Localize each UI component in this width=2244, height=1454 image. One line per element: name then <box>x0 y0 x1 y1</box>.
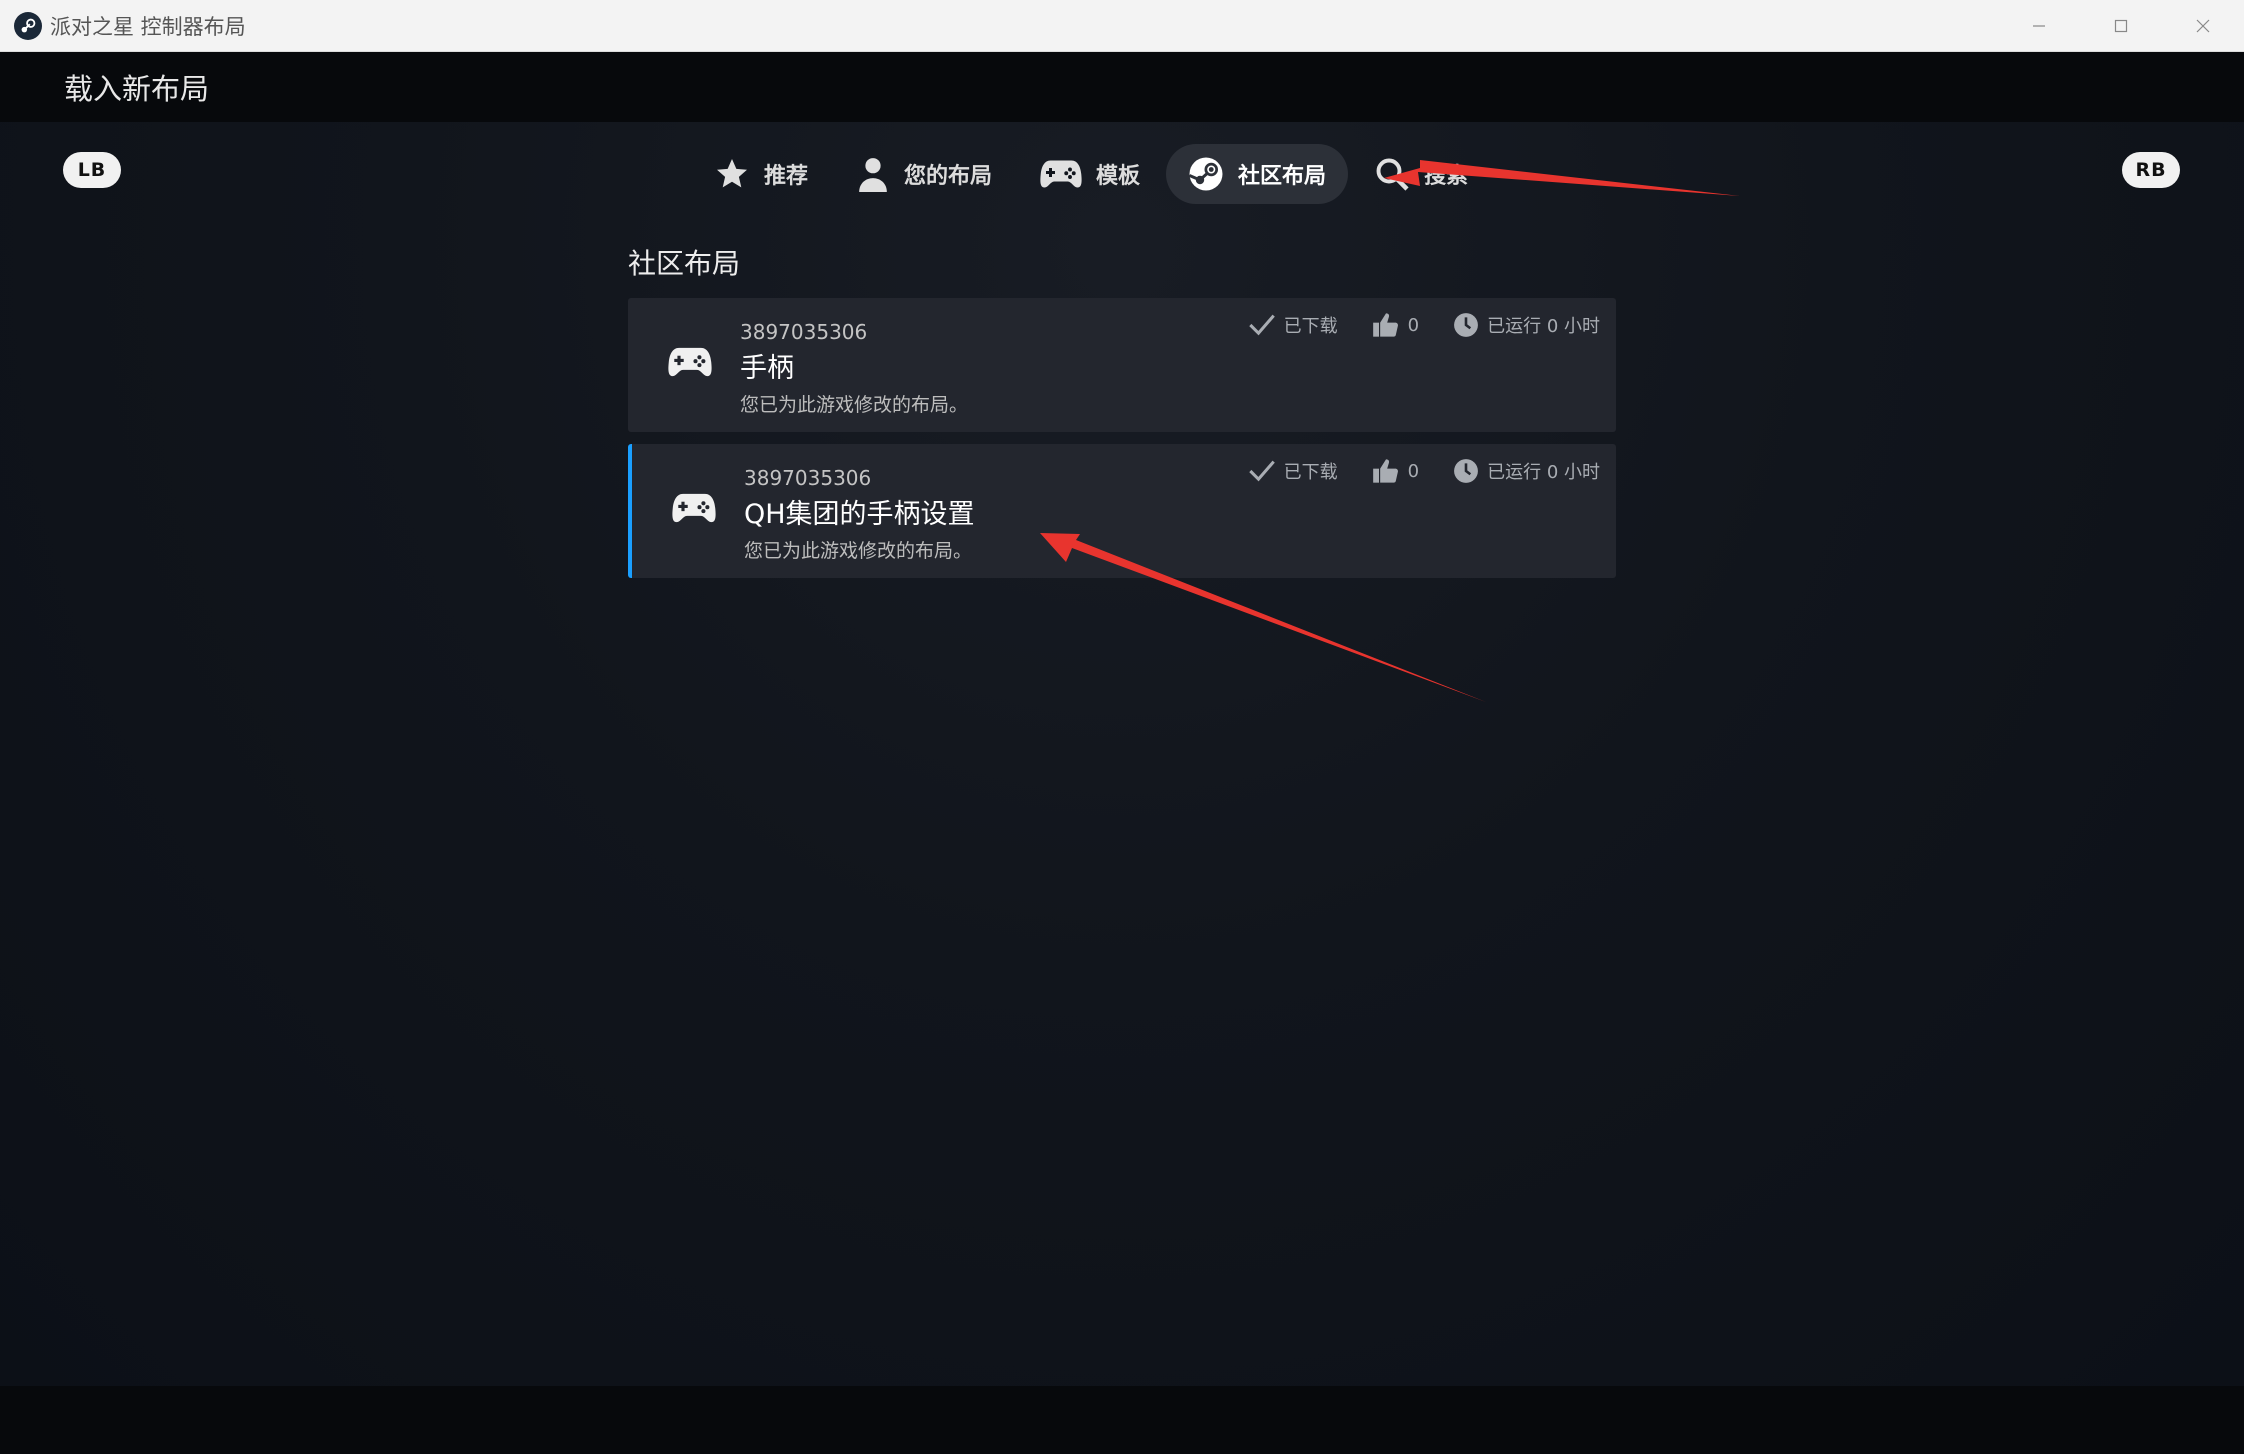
playtime: 已运行 0 小时 <box>1453 458 1600 484</box>
tab-recommended[interactable]: 推荐 <box>692 144 830 204</box>
likes-value: 0 <box>1407 314 1420 336</box>
clock-icon <box>1454 459 1479 483</box>
tab-label: 模板 <box>1096 164 1141 189</box>
minimize-icon <box>2033 25 2045 27</box>
layout-name: QH集团的手柄设置 <box>744 499 975 530</box>
rb-bumper-hint[interactable]: RB <box>2122 152 2180 188</box>
layout-card-selected[interactable]: 3897035306 QH集团的手柄设置 您已为此游戏修改的布局。 已下载 0 <box>628 444 1616 578</box>
layout-card[interactable]: 3897035306 手柄 您已为此游戏修改的布局。 已下载 0 已运行 0 小… <box>628 298 1616 432</box>
close-button[interactable] <box>2162 0 2244 52</box>
tab-label: 社区布局 <box>1238 164 1327 189</box>
playtime-value: 已运行 0 小时 <box>1487 462 1600 483</box>
playtime-value: 已运行 0 小时 <box>1487 316 1600 337</box>
lb-bumper-hint[interactable]: LB <box>63 152 121 188</box>
playtime: 已运行 0 小时 <box>1453 312 1600 338</box>
star-icon <box>717 159 747 188</box>
layout-meta: 已下载 0 已运行 0 小时 <box>1214 458 1600 484</box>
tab-community-layouts[interactable]: 社区布局 <box>1166 144 1349 204</box>
thumbs-up-icon <box>1372 459 1398 483</box>
layout-name: 手柄 <box>740 353 794 384</box>
search-icon <box>1376 158 1409 191</box>
tab-your-layouts[interactable]: 您的布局 <box>834 144 1014 204</box>
title-bar: 派对之星 控制器布局 <box>0 0 2244 52</box>
downloaded-status: 已下载 <box>1248 458 1338 484</box>
minimize-button[interactable] <box>1998 0 2080 52</box>
likes-count: 0 <box>1372 312 1419 338</box>
downloaded-status: 已下载 <box>1248 312 1338 338</box>
thumbs-up-icon <box>1372 313 1398 337</box>
user-icon <box>859 158 887 192</box>
tab-templates[interactable]: 模板 <box>1018 144 1162 204</box>
app-header: 载入新布局 <box>0 52 2244 122</box>
window-title: 派对之星 控制器布局 <box>50 14 246 39</box>
page-title: 载入新布局 <box>64 72 210 106</box>
gamepad-icon <box>668 347 712 377</box>
tab-label: 搜索 <box>1424 164 1469 189</box>
close-icon <box>2196 19 2210 33</box>
main-content: LB RB 推荐 您的布局 模板 社区布局 搜索 社区布局 3897035306… <box>0 122 2244 1386</box>
tab-label: 您的布局 <box>904 164 993 189</box>
steam-icon <box>1188 157 1223 191</box>
checkmark-icon <box>1248 314 1275 336</box>
window-controls <box>1998 0 2244 52</box>
layout-meta: 已下载 0 已运行 0 小时 <box>1214 312 1600 338</box>
layout-id: 3897035306 <box>744 466 872 490</box>
section-title: 社区布局 <box>628 247 741 280</box>
app-window: 派对之星 控制器布局 载入新布局 LB RB 推荐 您的布局 模板 社区布局 搜… <box>0 0 2244 1454</box>
likes-count: 0 <box>1372 458 1419 484</box>
steam-app-icon <box>14 11 42 40</box>
maximize-button[interactable] <box>2080 0 2162 52</box>
layout-tabs: 推荐 您的布局 模板 社区布局 搜索 <box>692 144 1494 204</box>
gamepad-icon <box>672 493 716 523</box>
checkmark-icon <box>1248 460 1275 482</box>
footer-bar <box>0 1386 2244 1454</box>
gamepad-icon <box>1040 160 1082 188</box>
layout-description: 您已为此游戏修改的布局。 <box>740 394 969 416</box>
layout-id: 3897035306 <box>740 320 868 344</box>
likes-value: 0 <box>1407 460 1420 482</box>
tab-label: 推荐 <box>764 164 809 189</box>
downloaded-label: 已下载 <box>1283 316 1338 337</box>
clock-icon <box>1454 313 1479 337</box>
tab-search[interactable]: 搜索 <box>1352 144 1490 204</box>
maximize-icon <box>2114 19 2128 33</box>
layout-description: 您已为此游戏修改的布局。 <box>744 540 973 562</box>
downloaded-label: 已下载 <box>1283 462 1338 483</box>
